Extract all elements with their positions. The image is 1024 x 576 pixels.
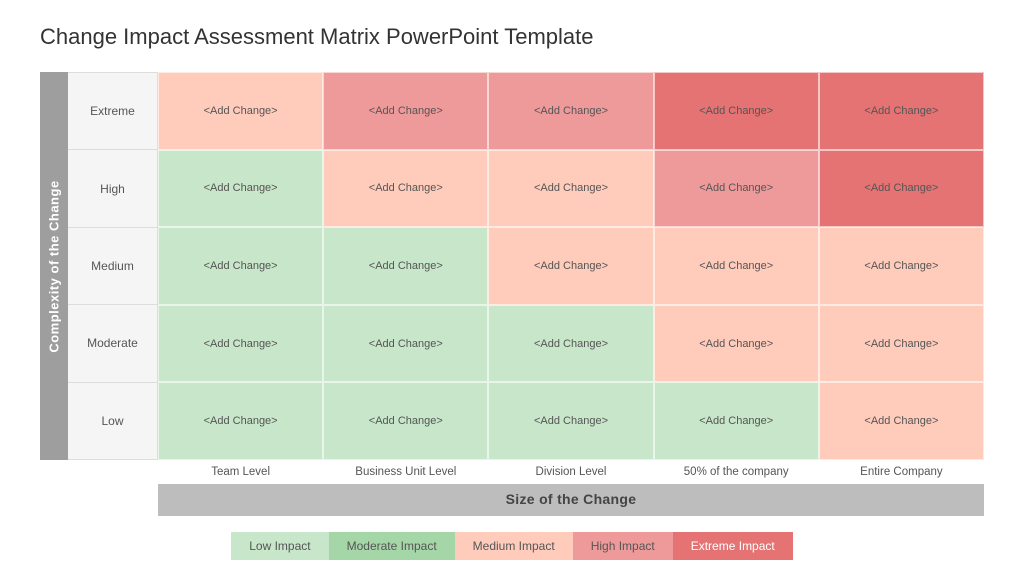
grid-row: <Add Change><Add Change><Add Change><Add…	[158, 227, 984, 305]
x-axis-bar: Size of the Change	[158, 484, 984, 516]
legend: Low ImpactModerate ImpactMedium ImpactHi…	[40, 532, 984, 560]
grid-cell[interactable]: <Add Change>	[654, 227, 819, 305]
col-header: Entire Company	[819, 460, 984, 482]
grid-cell[interactable]: <Add Change>	[654, 382, 819, 460]
grid-cell[interactable]: <Add Change>	[158, 227, 323, 305]
page-title: Change Impact Assessment Matrix PowerPoi…	[40, 24, 984, 50]
grid-cell[interactable]: <Add Change>	[488, 305, 653, 383]
row-label: High	[68, 150, 157, 227]
grid-cell[interactable]: <Add Change>	[323, 305, 488, 383]
grid-cell[interactable]: <Add Change>	[819, 305, 984, 383]
grid-cell[interactable]: <Add Change>	[819, 382, 984, 460]
grid-cell[interactable]: <Add Change>	[819, 150, 984, 228]
col-header: Division Level	[488, 460, 653, 482]
grid-cell[interactable]: <Add Change>	[158, 72, 323, 150]
grid-row: <Add Change><Add Change><Add Change><Add…	[158, 72, 984, 150]
grid-cell[interactable]: <Add Change>	[488, 382, 653, 460]
grid-cell[interactable]: <Add Change>	[819, 227, 984, 305]
grid-cell[interactable]: <Add Change>	[488, 150, 653, 228]
col-headers: Team LevelBusiness Unit LevelDivision Le…	[158, 460, 984, 482]
legend-item: Low Impact	[231, 532, 328, 560]
row-label: Extreme	[68, 73, 157, 150]
col-header: Team Level	[158, 460, 323, 482]
grid-cell[interactable]: <Add Change>	[158, 382, 323, 460]
grid-cell[interactable]: <Add Change>	[488, 72, 653, 150]
grid-cell[interactable]: <Add Change>	[323, 382, 488, 460]
legend-item: High Impact	[573, 532, 673, 560]
row-labels: ExtremeHighMediumModerateLow	[68, 72, 158, 460]
grid-cell[interactable]: <Add Change>	[158, 305, 323, 383]
grid-row: <Add Change><Add Change><Add Change><Add…	[158, 150, 984, 228]
grid-cell[interactable]: <Add Change>	[158, 150, 323, 228]
grid-cell[interactable]: <Add Change>	[819, 72, 984, 150]
grid-cell[interactable]: <Add Change>	[323, 150, 488, 228]
grid-cell[interactable]: <Add Change>	[323, 72, 488, 150]
grid-row: <Add Change><Add Change><Add Change><Add…	[158, 305, 984, 383]
col-header: 50% of the company	[654, 460, 819, 482]
col-header: Business Unit Level	[323, 460, 488, 482]
matrix-main: Complexity of the Change ExtremeHighMedi…	[40, 72, 984, 460]
grid-cell[interactable]: <Add Change>	[654, 305, 819, 383]
grid-cell[interactable]: <Add Change>	[654, 150, 819, 228]
grid-area: <Add Change><Add Change><Add Change><Add…	[158, 72, 984, 460]
grid-cell[interactable]: <Add Change>	[488, 227, 653, 305]
row-label: Moderate	[68, 305, 157, 382]
grid-cell[interactable]: <Add Change>	[654, 72, 819, 150]
row-label: Low	[68, 383, 157, 459]
row-label: Medium	[68, 228, 157, 305]
grid-row: <Add Change><Add Change><Add Change><Add…	[158, 382, 984, 460]
legend-item: Medium Impact	[455, 532, 573, 560]
matrix-container: Complexity of the Change ExtremeHighMedi…	[40, 72, 984, 560]
grid-cell[interactable]: <Add Change>	[323, 227, 488, 305]
legend-item: Extreme Impact	[673, 532, 793, 560]
legend-item: Moderate Impact	[329, 532, 455, 560]
y-axis-label: Complexity of the Change	[40, 72, 68, 460]
